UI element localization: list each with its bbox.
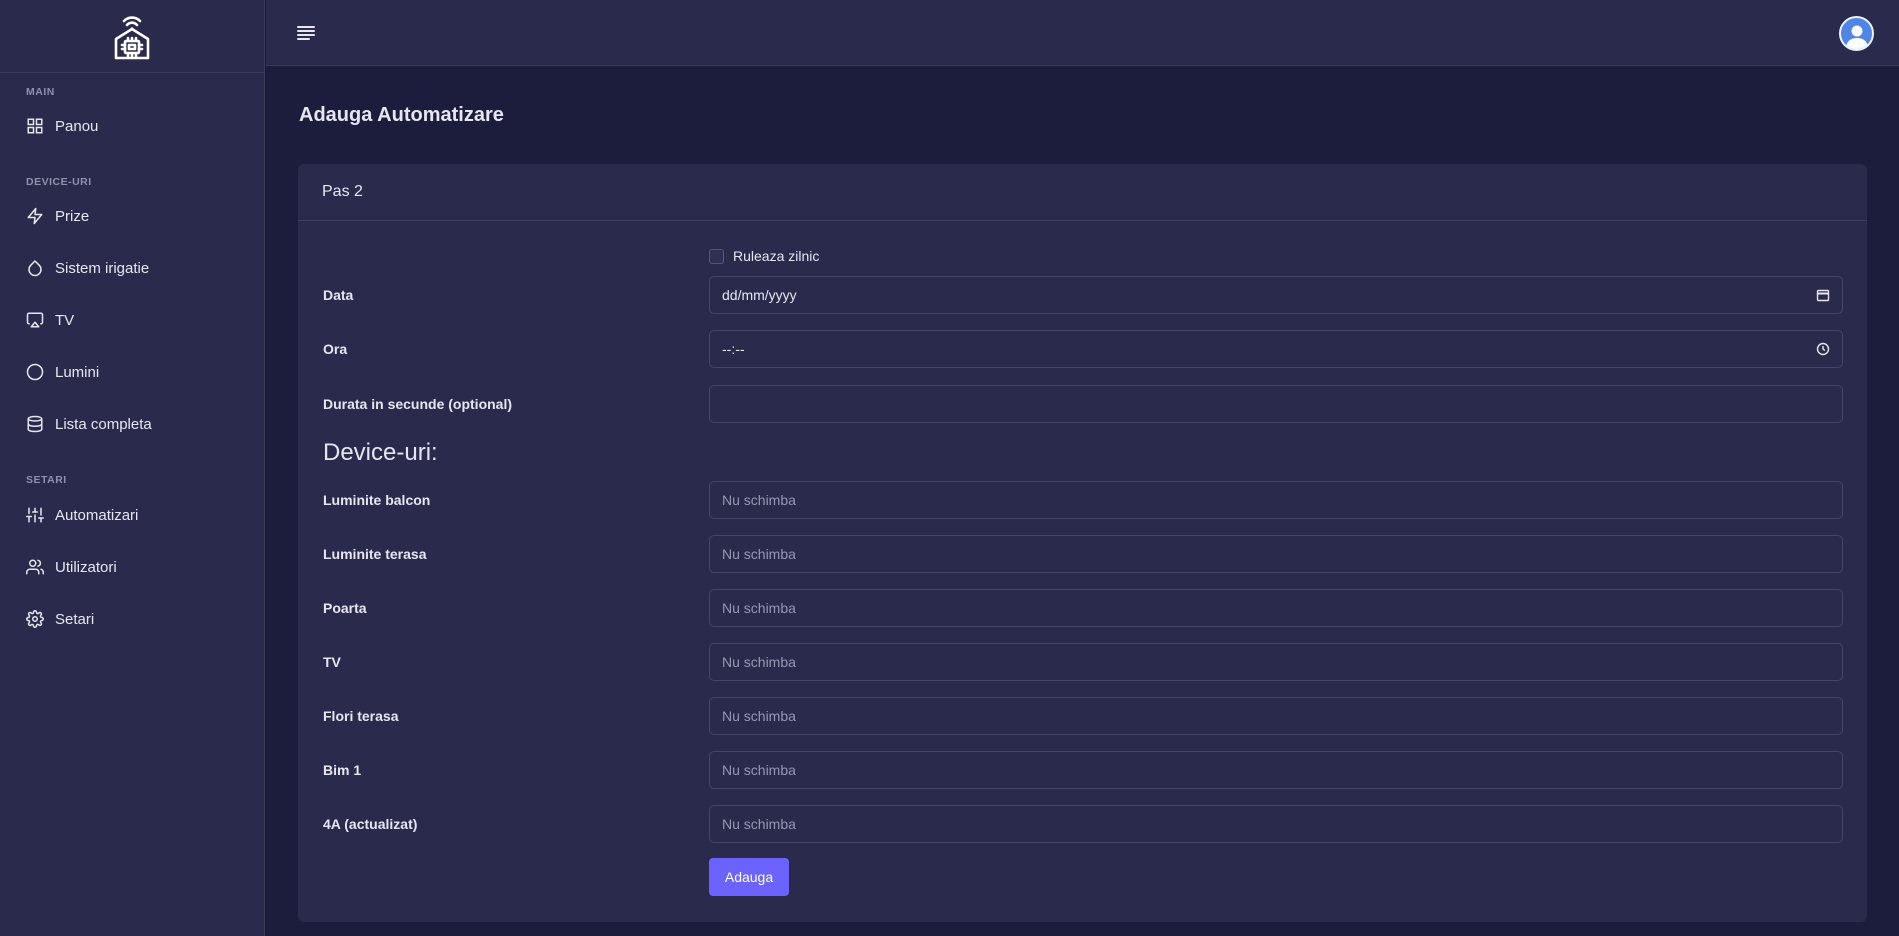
- sidebar-item-sistem-irigatie[interactable]: Sistem irigatie: [0, 242, 265, 294]
- gear-icon: [26, 610, 44, 628]
- device-select[interactable]: Nu schimba: [709, 697, 1843, 735]
- device-select[interactable]: Nu schimba: [709, 535, 1843, 573]
- user-icon: [1845, 25, 1868, 49]
- calendar-icon[interactable]: [1816, 288, 1830, 302]
- circle-icon: [26, 363, 44, 381]
- hamburger-icon: [297, 26, 315, 40]
- sidebar-item-lista-completa[interactable]: Lista completa: [0, 398, 265, 450]
- device-select-value: Nu schimba: [722, 492, 796, 508]
- user-avatar[interactable]: [1839, 16, 1874, 51]
- brand-logo[interactable]: [0, 0, 264, 73]
- database-icon: [26, 415, 44, 433]
- device-label: Luminite terasa: [323, 546, 427, 562]
- section-title-devices: DEVICE-URI: [26, 176, 92, 188]
- sidebar-item-panou[interactable]: Panou: [0, 100, 265, 152]
- sidebar-item-setari[interactable]: Setari: [0, 593, 265, 645]
- daily-checkbox-label: Ruleaza zilnic: [733, 248, 820, 264]
- sliders-icon: [26, 506, 44, 524]
- date-input-value: dd/mm/yyyy: [722, 287, 797, 303]
- device-label: Bim 1: [323, 762, 362, 778]
- device-label: 4A (actualizat): [323, 816, 418, 832]
- sidebar-item-tv[interactable]: TV: [0, 294, 265, 346]
- sidebar-item-label: Utilizatori: [55, 558, 117, 576]
- duration-input[interactable]: [709, 385, 1843, 423]
- sidebar-item-label: Prize: [55, 207, 90, 225]
- devices-heading: Device-uri:: [323, 439, 438, 466]
- page-title: Adauga Automatizare: [299, 104, 504, 126]
- daily-checkbox[interactable]: [709, 248, 724, 264]
- sidebar-item-label: Automatizari: [55, 506, 139, 524]
- droplet-icon: [26, 259, 44, 277]
- bolt-icon: [26, 207, 44, 225]
- device-label: TV: [323, 654, 341, 670]
- device-select[interactable]: Nu schimba: [709, 643, 1843, 681]
- section-title-setari: SETARI: [26, 474, 67, 486]
- device-select[interactable]: Nu schimba: [709, 805, 1843, 843]
- date-input[interactable]: dd/mm/yyyy: [709, 276, 1843, 314]
- sidebar: MAIN Panou DEVICE-URI Prize Sistem iriga…: [0, 0, 265, 936]
- sidebar-item-prize[interactable]: Prize: [0, 190, 265, 242]
- sidebar-item-label: Panou: [55, 117, 99, 135]
- sidebar-item-label: Lista completa: [55, 415, 152, 433]
- device-label: Luminite balcon: [323, 492, 431, 508]
- sidebar-item-lumini[interactable]: Lumini: [0, 346, 265, 398]
- device-select-value: Nu schimba: [722, 546, 796, 562]
- device-select-value: Nu schimba: [722, 600, 796, 616]
- sidebar-item-automatizari[interactable]: Automatizari: [0, 489, 265, 541]
- topbar: [266, 0, 1899, 66]
- add-button[interactable]: Adauga: [709, 858, 789, 896]
- date-label: Data: [323, 287, 354, 303]
- time-input-value: --:--: [722, 341, 745, 357]
- device-select-value: Nu schimba: [722, 708, 796, 724]
- device-label: Poarta: [323, 600, 367, 616]
- users-icon: [26, 558, 44, 576]
- device-select[interactable]: Nu schimba: [709, 751, 1843, 789]
- sidebar-item-label: Sistem irigatie: [55, 259, 150, 277]
- device-label: Flori terasa: [323, 708, 399, 724]
- device-select[interactable]: Nu schimba: [709, 481, 1843, 519]
- grid-icon: [26, 117, 44, 135]
- device-select-value: Nu schimba: [722, 762, 796, 778]
- form-card: Pas 2 Ruleaza zilnic Data dd/mm/yyyy Ora…: [298, 164, 1867, 922]
- sidebar-item-utilizatori[interactable]: Utilizatori: [0, 541, 265, 593]
- tv-icon: [26, 311, 44, 329]
- sidebar-item-label: Setari: [55, 610, 95, 628]
- time-label: Ora: [323, 341, 348, 357]
- device-select[interactable]: Nu schimba: [709, 589, 1843, 627]
- daily-checkbox-row[interactable]: Ruleaza zilnic: [709, 248, 819, 264]
- device-select-value: Nu schimba: [722, 816, 796, 832]
- card-title: Pas 2: [298, 164, 1867, 221]
- time-input[interactable]: --:--: [709, 330, 1843, 368]
- clock-icon[interactable]: [1816, 342, 1830, 356]
- sidebar-item-label: TV: [55, 311, 75, 329]
- menu-toggle-button[interactable]: [295, 23, 317, 43]
- device-select-value: Nu schimba: [722, 654, 796, 670]
- smart-home-logo-icon: [114, 16, 150, 60]
- section-title-main: MAIN: [26, 86, 55, 98]
- sidebar-item-label: Lumini: [55, 363, 100, 381]
- duration-label: Durata in secunde (optional): [323, 396, 513, 412]
